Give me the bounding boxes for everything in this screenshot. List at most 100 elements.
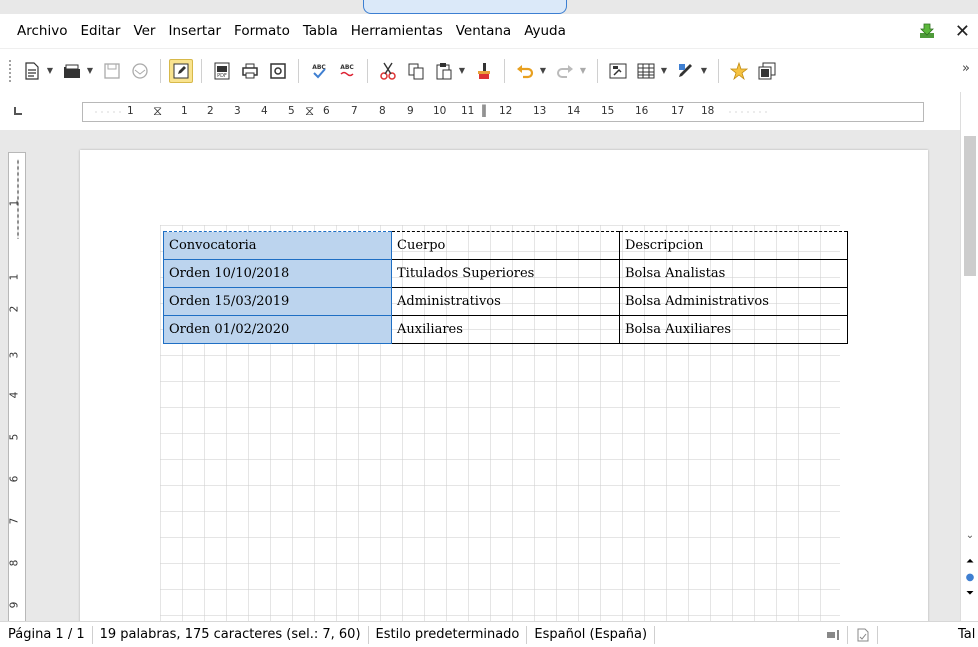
table-cell[interactable]: Bolsa Analistas <box>619 259 848 288</box>
table-cell[interactable]: Orden 15/03/2019 <box>163 287 392 316</box>
redo-dropdown-icon[interactable]: ▼ <box>579 59 587 83</box>
ruler-label: 4 <box>261 105 268 117</box>
gallery-icon[interactable] <box>755 59 779 83</box>
document-page[interactable]: Convocatoria Cuerpo Descripcion Orden 10… <box>80 150 928 621</box>
ruler-label: 1 <box>127 105 134 117</box>
table-cell[interactable]: Bolsa Auxiliares <box>619 315 848 344</box>
column-marker-icon[interactable]: ⧖ <box>305 104 314 119</box>
indent-marker-icon[interactable]: ⧖ <box>153 104 162 119</box>
navigator-icon[interactable] <box>606 59 630 83</box>
ruler-label: 7 <box>8 517 21 525</box>
open-dropdown-icon[interactable]: ▼ <box>86 59 94 83</box>
clone-format-icon[interactable] <box>472 59 496 83</box>
undo-dropdown-icon[interactable]: ▼ <box>539 59 547 83</box>
horizontal-ruler-row: 1 ⧖ 1 2 3 4 5 ⧖ 6 7 8 9 10 11 ‖ 12 13 14… <box>0 92 978 130</box>
ruler-label: 5 <box>8 433 21 441</box>
menu-herramientas[interactable]: Herramientas <box>351 23 443 39</box>
table-cell[interactable]: Administrativos <box>391 287 620 316</box>
spellcheck-icon[interactable]: ABC <box>307 59 331 83</box>
table-icon[interactable] <box>634 59 658 83</box>
menu-ayuda[interactable]: Ayuda <box>524 23 566 39</box>
update-download-icon[interactable] <box>917 21 937 41</box>
cut-icon[interactable] <box>376 59 400 83</box>
word-count[interactable]: 19 palabras, 175 caracteres (sel.: 7, 60… <box>93 625 369 644</box>
ruler-label: 11 <box>461 105 475 117</box>
paste-icon[interactable] <box>432 59 456 83</box>
document-workspace: 1 1 2 3 4 5 6 7 8 9 Convocatoria Cuerpo … <box>0 130 960 621</box>
save-icon[interactable] <box>100 59 124 83</box>
mail-icon[interactable] <box>128 59 152 83</box>
undo-icon[interactable] <box>513 59 537 83</box>
view-layout-icon[interactable] <box>818 626 848 644</box>
previous-page-icon[interactable]: ⏶ <box>962 554 978 568</box>
print-icon[interactable] <box>238 59 262 83</box>
draw-icon[interactable] <box>674 59 698 83</box>
toolbar-overflow-icon[interactable]: » <box>962 61 970 76</box>
next-page-icon[interactable]: ⏷ <box>962 586 978 600</box>
menu-ventana[interactable]: Ventana <box>456 23 511 39</box>
column-separator-icon[interactable]: ‖ <box>481 103 487 117</box>
draw-dropdown-icon[interactable]: ▼ <box>700 59 708 83</box>
tab-stop-selector-icon[interactable] <box>14 107 22 115</box>
ruler-label: 1 <box>181 105 188 117</box>
open-folder-icon[interactable] <box>60 59 84 83</box>
close-document-icon[interactable]: ✕ <box>955 21 970 42</box>
standard-toolbar: ▼ ▼ PDF ABC ABC ▼ ▼ ▼ ▼ ▼ » <box>0 48 978 92</box>
toolbar-grip[interactable] <box>8 58 12 83</box>
ruler-label: 5 <box>288 105 295 117</box>
menu-ver[interactable]: Ver <box>133 23 155 39</box>
statusbar-icons <box>818 626 878 644</box>
window-title-tab <box>363 0 567 14</box>
ruler-label: 3 <box>234 105 241 117</box>
ruler-label: 2 <box>207 105 214 117</box>
menu-formato[interactable]: Formato <box>234 23 290 39</box>
ruler-label: 8 <box>8 559 21 567</box>
ruler-label: 9 <box>8 601 21 609</box>
selection-mode[interactable]: Tal <box>958 626 975 644</box>
svg-text:ABC: ABC <box>340 64 354 71</box>
page-count[interactable]: Página 1 / 1 <box>0 625 93 644</box>
vertical-ruler[interactable]: 1 1 2 3 4 5 6 7 8 9 <box>8 152 26 621</box>
ruler-label: 7 <box>351 105 358 117</box>
ruler-label: 1 <box>8 199 21 207</box>
star-icon[interactable] <box>727 59 751 83</box>
ruler-label: 9 <box>407 105 414 117</box>
toolbar-separator <box>504 58 505 83</box>
document-table[interactable]: Convocatoria Cuerpo Descripcion Orden 10… <box>163 231 848 344</box>
new-doc-icon[interactable] <box>20 59 44 83</box>
horizontal-ruler[interactable]: 1 ⧖ 1 2 3 4 5 ⧖ 6 7 8 9 10 11 ‖ 12 13 14… <box>82 102 924 122</box>
paste-dropdown-icon[interactable]: ▼ <box>458 59 466 83</box>
table-cell[interactable]: Orden 10/10/2018 <box>163 259 392 288</box>
copy-icon[interactable] <box>404 59 428 83</box>
menubar: Archivo Editar Ver Insertar Formato Tabl… <box>0 14 978 48</box>
autospellcheck-icon[interactable]: ABC <box>335 59 359 83</box>
table-cell[interactable]: Auxiliares <box>391 315 620 344</box>
print-preview-icon[interactable] <box>266 59 290 83</box>
new-dropdown-icon[interactable]: ▼ <box>46 59 54 83</box>
edit-mode-icon[interactable] <box>169 58 193 83</box>
menu-archivo[interactable]: Archivo <box>17 23 67 39</box>
menu-tabla[interactable]: Tabla <box>303 23 338 39</box>
table-cell[interactable]: Convocatoria <box>163 231 392 260</box>
navigation-icon[interactable]: ● <box>962 570 978 584</box>
page-style[interactable]: Estilo predeterminado <box>369 625 528 644</box>
menu-editar[interactable]: Editar <box>80 23 120 39</box>
menubar-right: ✕ <box>917 14 978 48</box>
menu-insertar[interactable]: Insertar <box>168 23 221 39</box>
table-cell[interactable]: Bolsa Administrativos <box>619 287 848 316</box>
document-modified-icon[interactable] <box>848 626 878 644</box>
table-cell[interactable]: Titulados Superiores <box>391 259 620 288</box>
table-row: Convocatoria Cuerpo Descripcion <box>163 231 848 260</box>
toolbar-separator <box>597 58 598 83</box>
export-pdf-icon[interactable]: PDF <box>210 59 234 83</box>
table-cell[interactable]: Cuerpo <box>391 231 620 260</box>
table-cell[interactable]: Orden 01/02/2020 <box>163 315 392 344</box>
scroll-down-icon[interactable]: ⌄ <box>962 528 978 542</box>
language[interactable]: Español (España) <box>527 625 656 644</box>
redo-icon[interactable] <box>553 59 577 83</box>
table-cell[interactable]: Descripcion <box>619 231 848 260</box>
vertical-scrollbar[interactable]: ⌄ ⏶ ● ⏷ <box>960 92 978 621</box>
scrollbar-thumb[interactable] <box>964 136 976 276</box>
table-dropdown-icon[interactable]: ▼ <box>660 59 668 83</box>
ruler-label: 2 <box>8 305 21 313</box>
